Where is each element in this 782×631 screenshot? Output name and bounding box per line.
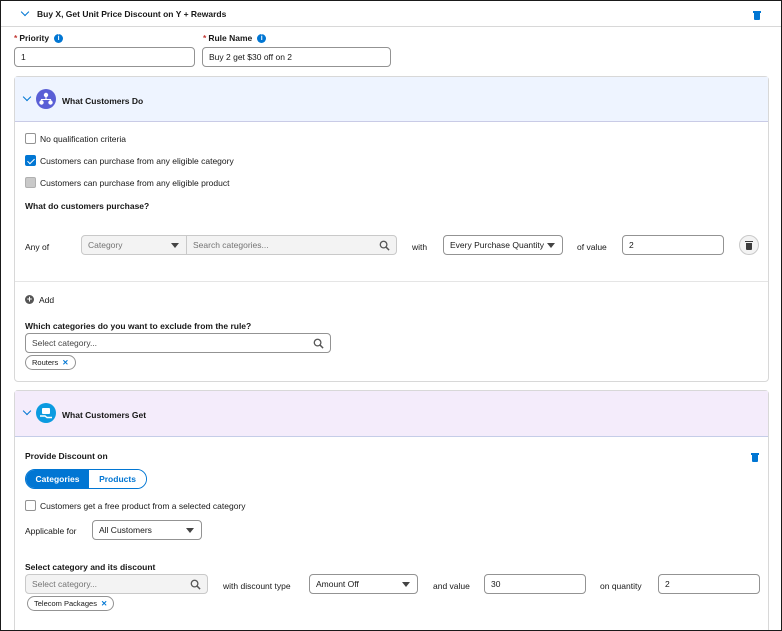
search-icon <box>313 338 324 349</box>
excluded-category-pill: Routers ✕ <box>25 355 76 370</box>
applicable-for-label: Applicable for <box>25 526 77 536</box>
what-customers-do-title: What Customers Do <box>62 96 144 106</box>
priority-label-text: Priority <box>19 33 50 43</box>
discount-type-label: with discount type <box>223 581 291 591</box>
rule-name-input[interactable]: Buy 2 get $30 off on 2 <box>202 47 391 67</box>
any-product-label: Customers can purchase from any eligible… <box>40 178 230 188</box>
any-of-label: Any of <box>25 242 50 252</box>
quantity-input[interactable]: 2 <box>658 574 760 594</box>
tab-categories[interactable]: Categories <box>26 470 89 488</box>
and-value-label: and value <box>433 581 470 591</box>
no-qualification-checkbox[interactable] <box>25 133 36 144</box>
free-product-checkbox[interactable] <box>25 500 36 511</box>
discount-category-pill: Telecom Packages ✕ <box>27 596 115 611</box>
delete-row-button[interactable] <box>739 235 759 255</box>
tab-products[interactable]: Products <box>89 470 146 488</box>
row-divider <box>15 281 768 282</box>
hierarchy-icon <box>36 89 56 109</box>
excluded-category-pill-label: Routers <box>32 358 59 367</box>
section-chevron-icon[interactable] <box>22 92 32 102</box>
provide-discount-label: Provide Discount on <box>25 451 108 461</box>
on-quantity-label: on quantity <box>600 581 642 591</box>
what-customers-do-card: What Customers Do No qualification crite… <box>14 76 769 382</box>
add-plus-icon[interactable]: + <box>25 295 34 304</box>
what-customers-get-card: What Customers Get Provide Discount on C… <box>14 390 769 630</box>
dropdown-caret-icon <box>547 243 555 248</box>
priority-label: * Priority i <box>14 33 64 44</box>
rule-editor: Buy X, Get Unit Price Discount on Y + Re… <box>0 0 782 631</box>
any-product-checkbox <box>25 177 36 188</box>
type-select[interactable]: Category <box>81 235 187 255</box>
rule-name-label: * Rule Name i <box>203 33 267 44</box>
discount-on-toggle: Categories Products <box>25 469 147 489</box>
search-icon <box>190 579 201 590</box>
free-product-label: Customers get a free product from a sele… <box>40 501 246 511</box>
purchase-question: What do customers purchase? <box>25 201 150 211</box>
remove-pill-close-icon[interactable]: ✕ <box>62 358 68 367</box>
required-asterisk: * <box>14 33 18 43</box>
dropdown-caret-icon <box>402 582 410 587</box>
dropdown-caret-icon <box>186 528 194 533</box>
discount-type-value: Amount Off <box>316 579 359 589</box>
delete-discount-trash-icon[interactable] <box>751 453 759 462</box>
select-discount-label: Select category and its discount <box>25 562 156 572</box>
add-label[interactable]: Add <box>39 295 54 305</box>
exclude-question: Which categories do you want to exclude … <box>25 321 252 331</box>
discount-type-select[interactable]: Amount Off <box>309 574 418 594</box>
category-search-placeholder: Search categories... <box>193 240 269 250</box>
applicable-for-value: All Customers <box>99 525 152 535</box>
search-icon <box>379 240 390 251</box>
of-value-label: of value <box>577 242 607 252</box>
remove-pill-close-icon[interactable]: ✕ <box>101 599 107 608</box>
priority-input[interactable]: 1 <box>14 47 195 67</box>
header-divider <box>1 26 781 27</box>
discount-category-placeholder: Select category... <box>32 579 98 589</box>
type-select-value: Category <box>88 240 123 250</box>
discount-category-pill-label: Telecom Packages <box>34 599 97 608</box>
purchase-quantity-value: Every Purchase Quantity <box>450 240 545 250</box>
rule-title: Buy X, Get Unit Price Discount on Y + Re… <box>37 9 227 19</box>
exclude-category-placeholder: Select category... <box>32 338 98 348</box>
what-customers-get-header[interactable]: What Customers Get <box>15 391 768 437</box>
discount-category-input[interactable]: Select category... <box>25 574 208 594</box>
trash-icon <box>745 240 753 250</box>
any-category-label: Customers can purchase from any eligible… <box>40 156 234 166</box>
reward-icon <box>36 403 56 423</box>
rule-name-info-icon[interactable]: i <box>257 34 267 44</box>
no-qualification-label: No qualification criteria <box>40 134 126 144</box>
with-label: with <box>412 242 428 252</box>
priority-info-icon[interactable]: i <box>54 34 64 44</box>
any-category-checkbox[interactable] <box>25 155 36 166</box>
exclude-category-input[interactable]: Select category... <box>25 333 331 353</box>
delete-rule-trash-icon[interactable] <box>753 11 761 20</box>
rule-name-label-text: Rule Name <box>208 33 253 43</box>
required-asterisk: * <box>203 33 207 43</box>
value-input[interactable]: 2 <box>622 235 724 255</box>
what-customers-do-header[interactable]: What Customers Do <box>15 77 768 122</box>
purchase-quantity-select[interactable]: Every Purchase Quantity <box>443 235 563 255</box>
applicable-for-select[interactable]: All Customers <box>92 520 202 540</box>
what-customers-get-title: What Customers Get <box>62 410 147 420</box>
discount-value-input[interactable]: 30 <box>484 574 586 594</box>
dropdown-caret-icon <box>171 243 179 248</box>
rule-collapse-chevron-icon[interactable] <box>20 7 30 17</box>
category-search-input[interactable]: Search categories... <box>186 235 397 255</box>
section-chevron-icon[interactable] <box>22 406 32 416</box>
